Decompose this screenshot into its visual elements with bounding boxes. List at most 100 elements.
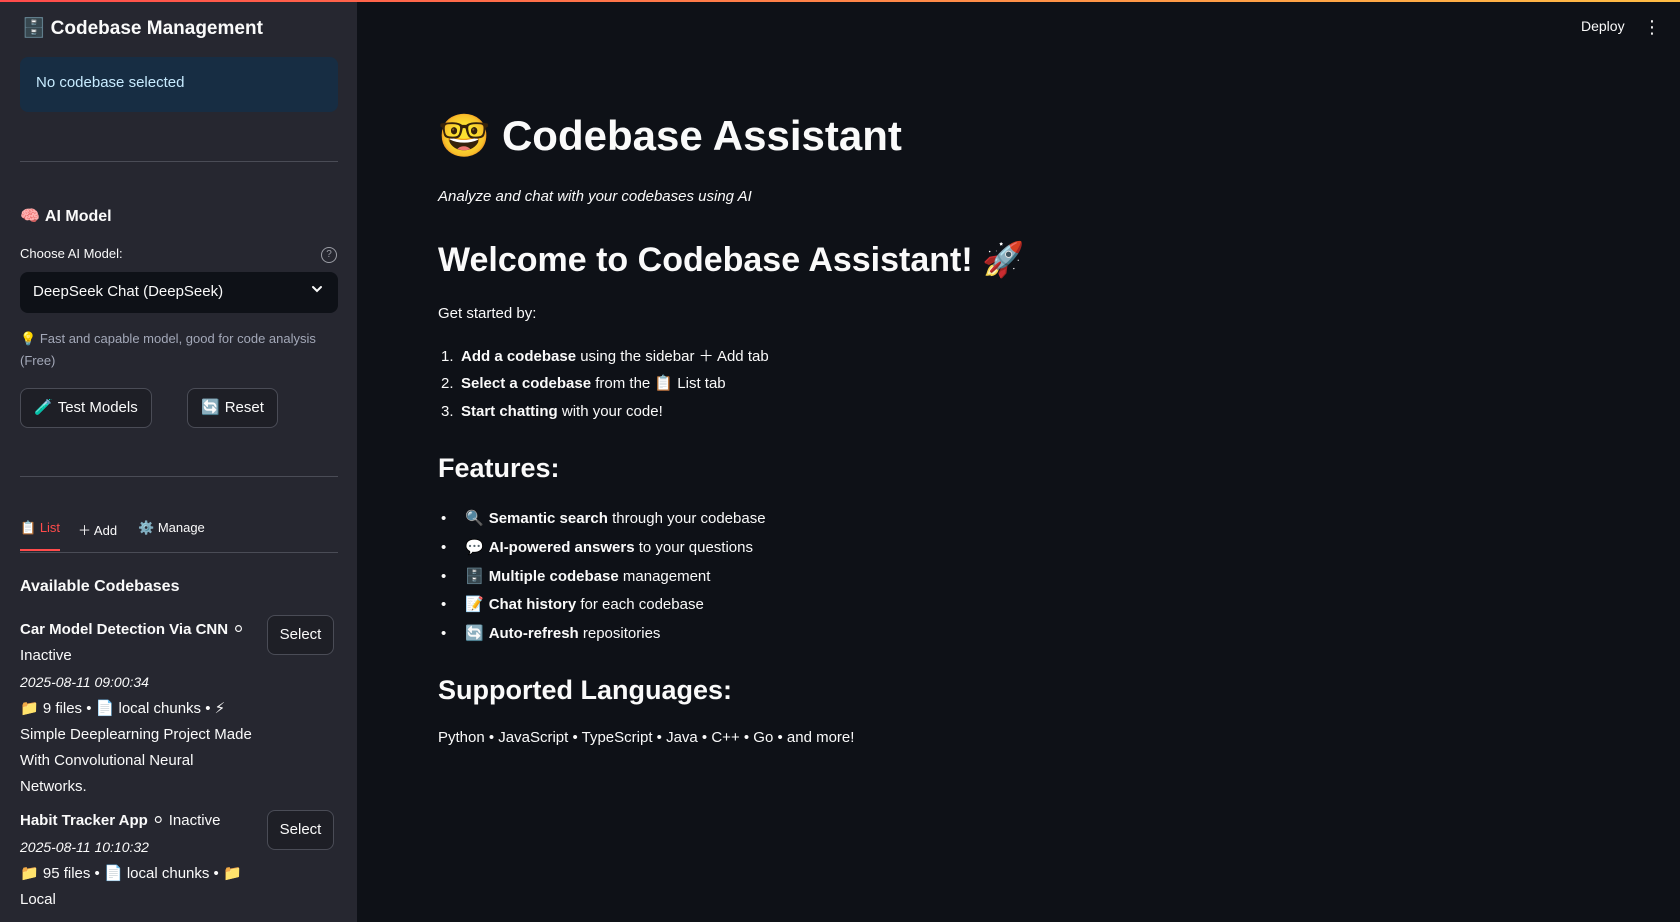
sidebar-divider xyxy=(20,161,338,162)
reset-label: Reset xyxy=(224,399,264,416)
feature-bold: Semantic search xyxy=(488,510,608,527)
list-item: 3. Start chatting with your code! xyxy=(441,403,663,420)
brain-icon: 🧠 xyxy=(20,208,40,225)
folder-icon: 📁 xyxy=(20,700,39,717)
step-number: 2. xyxy=(441,375,454,392)
sidebar-divider xyxy=(20,476,338,477)
chevron-down-icon xyxy=(310,282,324,299)
sidebar: 🗄️ Codebase Management No codebase select… xyxy=(0,0,357,922)
deploy-button[interactable]: Deploy xyxy=(1581,18,1625,34)
feature-bold: Auto-refresh xyxy=(488,625,579,642)
document-icon: 📄 xyxy=(103,865,123,882)
feature-text: management xyxy=(618,568,711,585)
database-icon: 🗄️ xyxy=(465,568,484,585)
select-codebase-button[interactable]: Select xyxy=(267,615,334,655)
codebase-item: Car Model Detection Via CNN ⚪ Inactive 2… xyxy=(20,621,252,795)
model-select[interactable]: DeepSeek Chat (DeepSeek) xyxy=(20,272,338,313)
help-icon[interactable]: ? xyxy=(321,247,337,263)
codebase-chunks: local chunks xyxy=(118,700,202,717)
get-started-text: Get started by: xyxy=(438,305,537,322)
codebase-status: Inactive xyxy=(20,647,72,664)
model-select-value: DeepSeek Chat (DeepSeek) xyxy=(33,283,224,300)
speech-bubble-icon: 💬 xyxy=(465,539,484,556)
ai-model-heading-text: AI Model xyxy=(44,208,112,225)
magnifier-icon: 🔍 xyxy=(465,510,484,527)
select-codebase-button[interactable]: Select xyxy=(267,810,334,850)
list-item: • 🔍 Semantic search through your codebase xyxy=(441,510,766,527)
list-item: • 🗄️ Multiple codebase management xyxy=(441,568,711,585)
refresh-icon: 🔄 xyxy=(465,625,484,642)
step-text: using the sidebar ＋ Add tab xyxy=(576,348,769,365)
tab-list[interactable]: 📋 List xyxy=(20,520,60,536)
tab-add-label: Add xyxy=(93,523,118,538)
list-item: • 💬 AI-powered answers to your questions xyxy=(441,539,753,556)
plus-icon: ＋ xyxy=(78,523,92,538)
languages-text: Python • JavaScript • TypeScript • Java … xyxy=(438,729,855,746)
test-tube-icon: 🧪 xyxy=(34,399,53,416)
codebase-description: Local xyxy=(20,891,56,908)
active-tab-indicator xyxy=(20,549,60,551)
nerd-face-icon: 🤓 xyxy=(438,112,491,159)
step-text: from the 📋 List tab xyxy=(591,375,726,392)
languages-heading: Supported Languages: xyxy=(438,675,733,705)
refresh-icon: 🔄 xyxy=(201,399,220,416)
step-bold: Start chatting xyxy=(461,403,558,420)
step-number: 1. xyxy=(441,348,454,365)
folder-icon: 📁 xyxy=(20,865,39,882)
available-codebases-heading: Available Codebases xyxy=(20,578,180,595)
page-title-text: Codebase Assistant xyxy=(501,112,902,159)
codebase-files: 9 files xyxy=(42,700,83,717)
codebase-item: Habit Tracker App ⚪ Inactive 2025-08-11 … xyxy=(20,812,242,908)
list-item: 1. Add a codebase using the sidebar ＋ Add… xyxy=(441,345,769,366)
codebase-files: 95 files xyxy=(42,865,91,882)
memo-icon: 📝 xyxy=(465,596,484,613)
model-caption-text: Fast and capable model, good for code an… xyxy=(20,331,316,368)
document-icon: 📄 xyxy=(95,700,115,717)
database-icon: 🗄️ xyxy=(22,18,46,39)
test-models-button[interactable]: 🧪 Test Models xyxy=(20,388,152,428)
feature-text: for each codebase xyxy=(576,596,704,613)
choose-model-label: Choose AI Model: xyxy=(20,246,123,261)
page-subtitle: Analyze and chat with your codebases usi… xyxy=(438,188,752,205)
feature-text: repositories xyxy=(578,625,661,642)
gear-icon: ⚙️ xyxy=(138,520,155,535)
list-item: 2. Select a codebase from the 📋 List tab xyxy=(441,374,726,392)
codebase-status: Inactive xyxy=(168,812,221,829)
clipboard-icon: 📋 xyxy=(20,520,37,535)
page-title: 🤓 Codebase Assistant xyxy=(438,112,902,161)
sidebar-title-text: Codebase Management xyxy=(50,18,263,39)
codebase-timestamp: 2025-08-11 10:10:32 xyxy=(20,839,149,855)
codebase-tabs: 📋 List ＋ Add ⚙️ Manage xyxy=(20,520,338,553)
codebase-name: Car Model Detection Via CNN xyxy=(20,621,229,638)
list-item: • 📝 Chat history for each codebase xyxy=(441,596,704,613)
feature-bold: AI-powered answers xyxy=(488,539,635,556)
main-menu-icon[interactable]: ⋮ xyxy=(1643,17,1661,37)
features-heading: Features: xyxy=(438,453,560,483)
reset-button[interactable]: 🔄 Reset xyxy=(187,388,278,428)
tab-manage[interactable]: ⚙️ Manage xyxy=(138,520,205,536)
welcome-heading: Welcome to Codebase Assistant! 🚀 xyxy=(438,241,1025,279)
test-models-label: Test Models xyxy=(57,399,138,416)
top-decoration-bar xyxy=(0,0,1680,2)
status-dot-icon: ⚪ xyxy=(232,621,245,638)
tab-add[interactable]: ＋ Add xyxy=(78,520,117,539)
ai-model-heading: 🧠 AI Model xyxy=(20,206,112,226)
codebase-description: Simple Deeplearning Project Made With Co… xyxy=(20,726,252,795)
status-info-text: No codebase selected xyxy=(36,74,185,91)
feature-text: to your questions xyxy=(634,539,753,556)
status-dot-icon: ⚪ xyxy=(152,812,165,829)
codebase-chunks: local chunks xyxy=(126,865,210,882)
lightning-icon: ⚡ xyxy=(214,700,226,717)
tab-list-label: List xyxy=(39,520,61,535)
sidebar-title: 🗄️ Codebase Management xyxy=(22,16,263,40)
folder-icon: 📁 xyxy=(222,865,242,882)
list-item: • 🔄 Auto-refresh repositories xyxy=(441,625,661,642)
status-info-box: No codebase selected xyxy=(20,57,338,112)
tab-manage-label: Manage xyxy=(157,520,205,535)
step-bold: Add a codebase xyxy=(461,348,577,365)
feature-bold: Multiple codebase xyxy=(488,568,619,585)
step-number: 3. xyxy=(441,403,454,420)
lightbulb-icon: 💡 xyxy=(20,331,37,346)
model-caption: 💡 Fast and capable model, good for code … xyxy=(20,328,338,372)
step-bold: Select a codebase xyxy=(461,375,592,392)
